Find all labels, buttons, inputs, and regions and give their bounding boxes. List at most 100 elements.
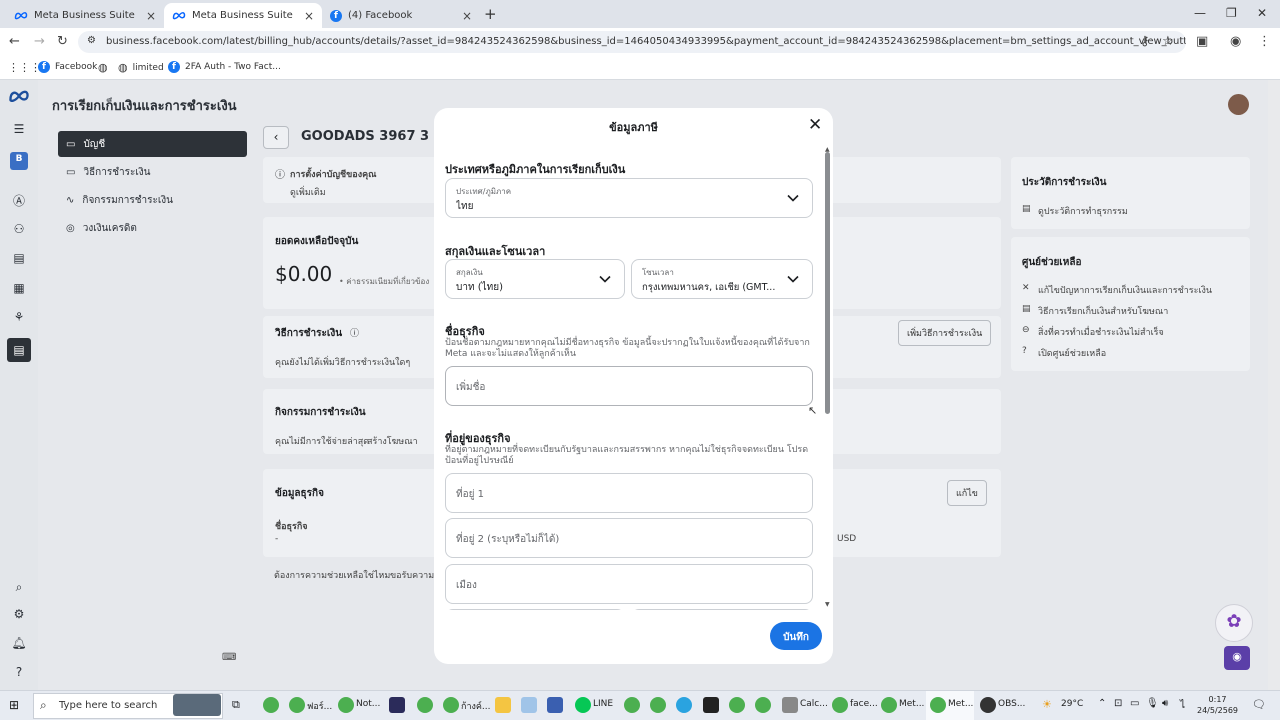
people-icon[interactable]: ⚇: [11, 222, 27, 238]
meta-logo-icon[interactable]: [8, 89, 30, 106]
taskbar-app-label[interactable]: ก้างค์...: [461, 699, 491, 713]
assistant-flower-icon[interactable]: ✿: [1215, 604, 1253, 642]
document-icon[interactable]: ▤: [11, 251, 27, 267]
tray-app-icon[interactable]: ⊡: [1114, 698, 1122, 709]
restore-icon[interactable]: ❐: [1226, 6, 1237, 20]
keyboard-shortcut-icon[interactable]: ⌨: [222, 652, 236, 663]
help-link[interactable]: วิธีการเรียกเก็บเงินสำหรับโฆษณา: [1038, 304, 1168, 318]
address2-input[interactable]: ที่อยู่ 2 (ระบุหรือไม่ก็ได้): [445, 518, 813, 558]
bookmark-2fa[interactable]: f 2FA Auth - Two Fact...: [168, 61, 281, 73]
bookmark-limited[interactable]: ◍ limited: [118, 61, 164, 74]
minimize-icon[interactable]: —: [1194, 6, 1206, 20]
nav-item-credit-line[interactable]: ◎ วงเงินเครดิต: [58, 215, 247, 241]
help-link[interactable]: เปิดศูนย์ช่วยเหลือ: [1038, 346, 1106, 360]
help-link[interactable]: สิ่งที่ควรทำเมื่อชำระเงินไม่สำเร็จ: [1038, 325, 1164, 339]
bookmark-facebook[interactable]: f Facebook: [38, 61, 97, 73]
nav-item-account[interactable]: ▭ บัญชี: [58, 131, 247, 157]
see-more-link[interactable]: ดูเพิ่มเติม: [290, 185, 326, 199]
network-icon[interactable]: ▭: [1130, 698, 1139, 709]
create-ad-link[interactable]: สร้างโฆษณา: [367, 434, 418, 448]
notification-icon[interactable]: 🗨︎: [1252, 698, 1266, 711]
close-tab-icon[interactable]: ×: [304, 9, 314, 23]
sidepanel-icon[interactable]: ▣: [1196, 34, 1208, 49]
browser-tab-active[interactable]: Meta Business Suite ×: [164, 3, 322, 28]
close-window-icon[interactable]: ✕: [1257, 6, 1267, 20]
business-name-input[interactable]: เพิ่มชื่อ: [445, 366, 813, 406]
nav-item-payment-activity[interactable]: ∿ กิจกรรมการชำระเงิน: [58, 187, 247, 213]
chrome-icon[interactable]: [417, 697, 433, 713]
chrome-icon[interactable]: [263, 697, 279, 713]
weather-temp[interactable]: 29°C: [1061, 699, 1083, 709]
user-avatar[interactable]: [1228, 94, 1249, 115]
help-footer-link[interactable]: ขอรับความ: [390, 568, 434, 582]
apps-grid-icon[interactable]: ⋮⋮⋮: [8, 61, 41, 74]
hamburger-menu-icon[interactable]: ☰: [11, 122, 27, 138]
box-icon[interactable]: ▦: [11, 281, 27, 297]
capcut-icon[interactable]: [703, 697, 719, 713]
address1-input[interactable]: ที่อยู่ 1: [445, 473, 813, 513]
new-tab-icon[interactable]: +: [484, 5, 497, 23]
microphone-icon[interactable]: 🎙︎: [1146, 698, 1159, 709]
obs-icon[interactable]: [980, 697, 996, 713]
taskbar-app-label[interactable]: OBS...: [998, 699, 1025, 709]
close-tab-icon[interactable]: ×: [462, 9, 472, 23]
folder-icon[interactable]: [495, 697, 511, 713]
bookmark-globe[interactable]: ◍: [98, 61, 108, 74]
view-transactions-link[interactable]: ดูประวัติการทำธุรกรรม: [1038, 204, 1128, 218]
timezone-select[interactable]: โซนเวลา กรุงเทพมหานคร, เอเชีย (GMT...: [631, 259, 813, 299]
taskbar-app-label[interactable]: Not...: [356, 699, 380, 709]
nav-item-payment-methods[interactable]: ▭ วิธีการชำระเงิน: [58, 159, 247, 185]
settings-gear-icon[interactable]: ⚙: [11, 607, 27, 623]
close-icon[interactable]: ✕: [808, 117, 822, 134]
chrome-icon[interactable]: [755, 697, 771, 713]
country-select[interactable]: ประเทศ/ภูมิภาค ไทย: [445, 178, 813, 218]
taskbar-app-label[interactable]: face...: [850, 699, 878, 709]
taskbar-app-label[interactable]: Met...: [948, 699, 973, 709]
reload-icon[interactable]: ↻: [57, 34, 68, 49]
chrome-icon[interactable]: [729, 697, 745, 713]
business-avatar-icon[interactable]: B: [10, 152, 28, 170]
url-field[interactable]: ⚙ business.facebook.com/latest/billing_h…: [78, 31, 1186, 53]
line-icon[interactable]: [575, 697, 591, 713]
chrome-icon[interactable]: [289, 697, 305, 713]
save-button[interactable]: บันทึก: [770, 622, 822, 650]
taskbar-app-label[interactable]: LINE: [593, 699, 613, 709]
taskbar-app-label[interactable]: ฟอร์...: [307, 699, 332, 713]
zip-input[interactable]: [631, 609, 813, 610]
search-icon[interactable]: ⌕: [11, 580, 27, 596]
chrome-icon[interactable]: [443, 697, 459, 713]
browser-tab[interactable]: f (4) Facebook ×: [322, 3, 480, 28]
bell-icon[interactable]: 🔔︎: [11, 636, 27, 652]
taskbar-app-label[interactable]: Calc...: [800, 699, 828, 709]
page-scrollbar[interactable]: [1268, 80, 1280, 690]
currency-select[interactable]: สกุลเงิน บาท (ไทย): [445, 259, 625, 299]
chrome-icon[interactable]: [624, 697, 640, 713]
city-input[interactable]: เมือง: [445, 564, 813, 604]
chrome-icon[interactable]: [338, 697, 354, 713]
back-button[interactable]: ‹: [263, 126, 289, 149]
calculator-icon[interactable]: [782, 697, 798, 713]
billing-icon[interactable]: ▤: [7, 338, 31, 362]
chrome-icon[interactable]: [832, 697, 848, 713]
telegram-icon[interactable]: [676, 697, 692, 713]
help-link[interactable]: แก้ไขปัญหาการเรียกเก็บเงินและการชำระเงิน: [1038, 283, 1212, 297]
chrome-icon[interactable]: [930, 697, 946, 713]
app-icon[interactable]: [521, 697, 537, 713]
modal-scrollbar[interactable]: [825, 152, 830, 414]
taskbar-app-label[interactable]: Met...: [899, 699, 924, 709]
bookmark-star-icon[interactable]: ☆: [1162, 34, 1174, 49]
edit-button[interactable]: แก้ไข: [947, 480, 987, 506]
state-input[interactable]: [445, 609, 625, 610]
browser-tab[interactable]: Meta Business Suite ×: [6, 3, 164, 28]
close-tab-icon[interactable]: ×: [146, 9, 156, 23]
volume-icon[interactable]: 🔊︎: [1162, 698, 1168, 709]
language-icon[interactable]: ไ: [1180, 698, 1185, 713]
chat-icon[interactable]: ◉: [1224, 646, 1250, 670]
scroll-down-icon[interactable]: ▼: [825, 601, 830, 608]
task-view-icon[interactable]: ⧉: [232, 698, 240, 712]
add-payment-method-button[interactable]: เพิ่มวิธีการชำระเงิน: [898, 320, 992, 346]
back-arrow-icon[interactable]: ←: [9, 34, 20, 49]
forward-arrow-icon[interactable]: →: [34, 34, 45, 49]
windows-start-icon[interactable]: ⊞: [9, 698, 19, 712]
compass-icon[interactable]: Ⓐ: [11, 192, 27, 208]
